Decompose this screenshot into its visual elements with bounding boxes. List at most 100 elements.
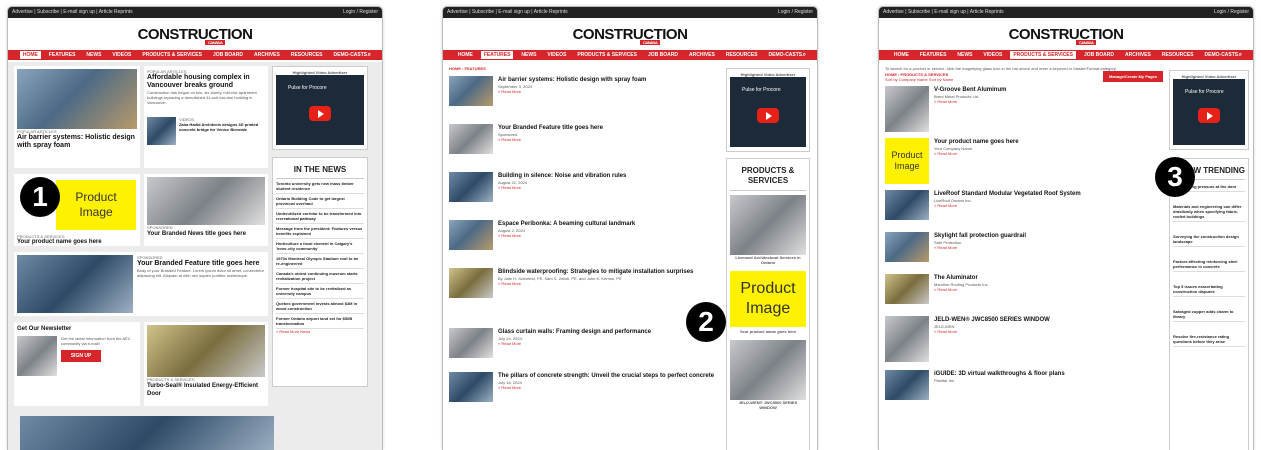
product-title[interactable]: Skylight fall protection guardrail [934,232,1026,240]
article-title[interactable]: Glass curtain walls: Framing design and … [498,328,651,336]
product-row[interactable]: iGUIDE: 3D virtual walkthroughs & floor … [885,370,1163,400]
window-image[interactable] [730,340,806,400]
product-title[interactable]: LiveRoof Standard Modular Vegetated Roof… [934,190,1081,198]
vancouver-title[interactable]: Affordable housing complex in Vancouver … [147,74,265,90]
nav-jobs[interactable]: JOB BOARD [210,51,246,59]
login-link[interactable]: Login / Register [343,7,378,18]
sort-links[interactable]: Sort by Company Name Sort by Name [885,77,953,82]
topbar-links[interactable]: Advertise | Subscribe | E-mail sign up |… [883,7,1004,18]
search-icon[interactable]: ⌕ [800,51,809,60]
branded-feature-card[interactable]: SPONSORED Your Branded Feature title goes… [14,252,268,316]
nav-features[interactable]: FEATURES [917,51,950,59]
read-more-link[interactable]: » Read More [498,89,646,94]
read-more-link[interactable]: » Read More [934,203,1081,208]
nav-resources[interactable]: RESOURCES [1159,51,1197,59]
product-title[interactable]: V-Groove Bent Aluminum [934,86,1006,94]
news-item[interactable]: 1970s Montreal Olympic Stadium roof to b… [276,254,364,269]
feature-title[interactable]: Your Branded Feature title goes here [137,260,265,268]
read-more-link[interactable]: » Read More [498,233,635,238]
nav-products[interactable]: PRODUCTS & SERVICES [574,51,640,59]
trending-item[interactable]: Factors affecting reinforcing steel perf… [1173,247,1245,272]
play-icon[interactable] [1198,108,1220,123]
nav-home[interactable]: HOME [891,51,912,59]
article-title[interactable]: Blindside waterproofing: Strategies to m… [498,268,693,276]
licensed-image[interactable] [730,195,806,255]
ad-video[interactable]: Pulse for Procore [1173,79,1245,145]
site-logo[interactable]: CONSTRUCTION CANADA [879,18,1253,50]
article-title[interactable]: Espace Peribonka: A beaming cultural lan… [498,220,635,228]
news-item[interactable]: Message from the president: Features ver… [276,224,364,239]
nav-features[interactable]: FEATURES [480,51,514,59]
nav-features[interactable]: FEATURES [46,51,79,59]
branded-news-title[interactable]: Your Branded News title goes here [147,230,265,238]
article-row[interactable]: Building in silence: Noise and vibration… [449,172,719,202]
play-icon[interactable] [309,106,331,121]
product-row[interactable]: Product Image Your product name goes here Y… [885,138,1163,184]
article-row[interactable]: Glass curtain walls: Framing design and … [449,328,719,358]
article-row[interactable]: Your Branded Feature title goes here Spon… [449,124,719,154]
product-row[interactable]: The Aluminator Maroline Roofing Products … [885,274,1163,304]
product-row[interactable]: JELD-WEN® JWC8500 SERIES WINDOW JELD-WEN»… [885,316,1163,362]
nav-home[interactable]: HOME [455,51,476,59]
breadcrumb[interactable]: HOME › PRODUCTS & SERVICES [885,72,953,77]
news-item[interactable]: Former hospital site to be revitalized a… [276,284,364,299]
product-row[interactable]: LiveRoof Standard Modular Vegetated Roof… [885,190,1163,220]
article-title[interactable]: Air barrier systems: Holistic design wit… [498,76,646,84]
article-title[interactable]: Building in silence: Noise and vibration… [498,172,626,180]
login-link[interactable]: Login / Register [778,7,813,18]
search-icon[interactable]: ⌕ [365,51,374,60]
trending-item[interactable]: Salvaged copper adds charm to library [1173,297,1245,322]
nav-home[interactable]: HOME [19,51,41,59]
read-more-link[interactable]: » Read More [498,281,693,286]
site-logo[interactable]: CONSTRUCTION CANADA [8,18,382,50]
signup-button[interactable]: SIGN UP [61,350,101,362]
article-title[interactable]: The pillars of concrete strength: Unveil… [498,372,714,380]
read-more-link[interactable]: » Read More [498,385,714,390]
article-row[interactable]: The pillars of concrete strength: Unveil… [449,372,719,402]
read-more-link[interactable]: » Read More [934,99,1006,104]
news-item[interactable]: Horticulture a focal element in Calgary'… [276,239,364,254]
product-title[interactable]: The Aluminator [934,274,989,282]
nav-videos[interactable]: VIDEOS [544,51,569,59]
turbo-title[interactable]: Turbo-Seal® Insulated Energy-Efficient D… [147,382,265,398]
trending-item[interactable]: Materials and engineering can differ dra… [1173,192,1245,222]
product-title[interactable]: iGUIDE: 3D virtual walkthroughs & floor … [934,370,1065,378]
ad-video[interactable]: Pulse for Procore [730,77,806,147]
article-row[interactable]: Blindside waterproofing: Strategies to m… [449,268,719,298]
article-title[interactable]: Your Branded Feature title goes here [498,124,603,132]
trending-item[interactable]: Resolve fire-resistance rating questions… [1173,322,1245,347]
nav-news[interactable]: NEWS [518,51,539,59]
read-more-news-link[interactable]: » Read More News [276,329,364,334]
trending-item[interactable]: Top 5 issues exacerbating construction d… [1173,272,1245,297]
nav-videos[interactable]: VIDEOS [109,51,134,59]
topbar-links[interactable]: Advertise | Subscribe | E-mail sign up |… [447,7,568,18]
search-icon[interactable]: ⌕ [1236,51,1245,60]
read-more-link[interactable]: » Read More [934,151,1019,156]
window-caption[interactable]: JELD-WEN® JWC8500 SERIES WINDOW [730,400,806,410]
branded-news-card[interactable]: SPONSORED Your Branded News title goes h… [144,174,268,246]
play-icon[interactable] [757,108,779,123]
site-logo[interactable]: CONSTRUCTION CANADA [443,18,817,50]
nav-news[interactable]: NEWS [954,51,975,59]
nav-archives[interactable]: ARCHIVES [686,51,718,59]
hero-title[interactable]: Air barrier systems: Holistic design wit… [17,134,137,150]
zaha-title[interactable]: Zaha Hadid Architects designs 3D printed… [179,122,265,132]
nav-videos[interactable]: VIDEOS [980,51,1005,59]
article-row[interactable]: Espace Peribonka: A beaming cultural lan… [449,220,719,250]
product-row[interactable]: Skylight fall protection guardrail Safe P… [885,232,1163,262]
ps-title[interactable]: Your product name goes here [17,238,102,246]
product-image[interactable]: Product Image [730,271,806,327]
news-item[interactable]: Ontario Building Code to get largest pro… [276,194,364,209]
read-more-link[interactable]: » Read More [934,287,989,292]
licensed-caption[interactable]: Licensed Architectural Services in Ontar… [730,255,806,265]
read-more-link[interactable]: » Read More [498,137,603,142]
nav-products[interactable]: PRODUCTS & SERVICES [1010,51,1076,59]
product-caption[interactable]: Your product name goes here [730,329,806,334]
nav-archives[interactable]: ARCHIVES [251,51,283,59]
product-title[interactable]: Your product name goes here [934,138,1019,146]
read-more-link[interactable]: » Read More [934,329,1050,334]
nav-jobs[interactable]: JOB BOARD [645,51,681,59]
read-more-link[interactable]: » Read More [934,245,1026,250]
turbo-card[interactable]: PRODUCTS & SERVICES Turbo-Seal® Insulate… [144,322,268,406]
product-row[interactable]: V-Groove Bent Aluminum Brent Metal Produc… [885,86,1163,132]
